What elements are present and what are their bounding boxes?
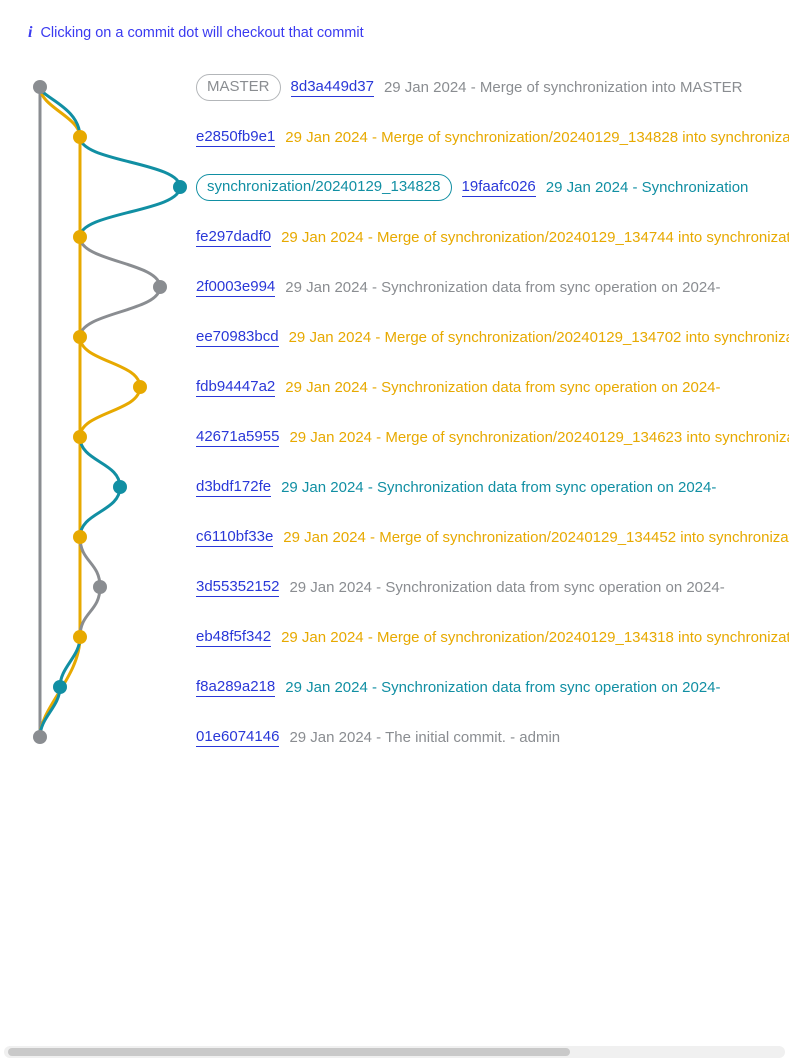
graph-edge: [80, 237, 160, 287]
graph-edge: [80, 287, 160, 337]
commit-message: 29 Jan 2024 - Merge of synchronization/2…: [289, 429, 789, 446]
commit-message: 29 Jan 2024 - Merge of synchronization/2…: [283, 529, 789, 546]
commit-hash-link[interactable]: 2f0003e994: [196, 278, 275, 297]
commit-dot[interactable]: [33, 730, 47, 744]
commit-row: e2850fb9e1 29 Jan 2024 - Merge of synchro…: [196, 112, 789, 162]
graph-edge: [80, 387, 140, 437]
commit-message: 29 Jan 2024 - Synchronization data from …: [285, 379, 720, 396]
commit-graph: MASTER 8d3a449d37 29 Jan 2024 - Merge of s…: [0, 62, 789, 762]
commit-hash-link[interactable]: e2850fb9e1: [196, 128, 275, 147]
commit-row: fdb94447a2 29 Jan 2024 - Synchronization …: [196, 362, 789, 412]
checkout-hint: i Clicking on a commit dot will checkout…: [0, 24, 789, 42]
commit-hash-link[interactable]: 01e6074146: [196, 728, 279, 747]
commit-hash-link[interactable]: eb48f5f342: [196, 628, 271, 647]
commit-dot[interactable]: [73, 530, 87, 544]
graph-edge: [80, 187, 180, 237]
commit-message: 29 Jan 2024 - Synchronization: [546, 179, 749, 196]
commit-dot[interactable]: [153, 280, 167, 294]
commit-hash-link[interactable]: fdb94447a2: [196, 378, 275, 397]
commit-dot[interactable]: [93, 580, 107, 594]
commit-dot[interactable]: [53, 680, 67, 694]
commit-dot[interactable]: [173, 180, 187, 194]
commit-message: 29 Jan 2024 - Synchronization data from …: [285, 679, 720, 696]
graph-edge: [80, 337, 140, 387]
commit-row: 2f0003e994 29 Jan 2024 - Synchronization …: [196, 262, 789, 312]
branch-label[interactable]: synchronization/20240129_134828: [196, 174, 452, 201]
commit-dot[interactable]: [113, 480, 127, 494]
graph-edge: [80, 587, 100, 637]
graph-edge: [80, 137, 180, 187]
commit-row: 01e6074146 29 Jan 2024 - The initial comm…: [196, 712, 789, 762]
commit-dot[interactable]: [73, 630, 87, 644]
commit-dot[interactable]: [73, 230, 87, 244]
commit-message: 29 Jan 2024 - Synchronization data from …: [285, 279, 720, 296]
commit-rows: MASTER 8d3a449d37 29 Jan 2024 - Merge of s…: [196, 62, 789, 762]
commit-dot[interactable]: [73, 330, 87, 344]
commit-dot[interactable]: [33, 80, 47, 94]
commit-row: MASTER 8d3a449d37 29 Jan 2024 - Merge of s…: [196, 62, 789, 112]
branch-label[interactable]: MASTER: [196, 74, 281, 101]
commit-row: ee70983bcd 29 Jan 2024 - Merge of synchro…: [196, 312, 789, 362]
horizontal-scrollbar[interactable]: [4, 1046, 785, 1058]
commit-dot[interactable]: [73, 130, 87, 144]
commit-row: eb48f5f342 29 Jan 2024 - Merge of synchro…: [196, 612, 789, 662]
commit-row: synchronization/20240129_134828 19faafc02…: [196, 162, 789, 212]
commit-dot[interactable]: [133, 380, 147, 394]
graph-edge: [80, 487, 120, 537]
commit-hash-link[interactable]: c6110bf33e: [196, 528, 273, 547]
commit-message: 29 Jan 2024 - Merge of synchronization i…: [384, 79, 743, 96]
commit-message: 29 Jan 2024 - Merge of synchronization/2…: [281, 229, 789, 246]
commit-row: fe297dadf0 29 Jan 2024 - Merge of synchro…: [196, 212, 789, 262]
commit-row: f8a289a218 29 Jan 2024 - Synchronization …: [196, 662, 789, 712]
graph-edge: [80, 537, 100, 587]
scrollbar-thumb[interactable]: [8, 1048, 570, 1056]
commit-message: 29 Jan 2024 - Merge of synchronization/2…: [285, 129, 789, 146]
commit-message: 29 Jan 2024 - Synchronization data from …: [289, 579, 724, 596]
commit-hash-link[interactable]: d3bdf172fe: [196, 478, 271, 497]
graph-edge: [60, 637, 80, 687]
commit-row: c6110bf33e 29 Jan 2024 - Merge of synchro…: [196, 512, 789, 562]
commit-message: 29 Jan 2024 - Synchronization data from …: [281, 479, 716, 496]
commit-row: d3bdf172fe 29 Jan 2024 - Synchronization …: [196, 462, 789, 512]
graph-svg: [26, 62, 186, 782]
commit-row: 42671a5955 29 Jan 2024 - Merge of synchro…: [196, 412, 789, 462]
commit-hash-link[interactable]: 42671a5955: [196, 428, 279, 447]
commit-hash-link[interactable]: fe297dadf0: [196, 228, 271, 247]
hint-text: Clicking on a commit dot will checkout t…: [40, 25, 363, 41]
commit-message: 29 Jan 2024 - Merge of synchronization/2…: [289, 329, 789, 346]
commit-row: 3d55352152 29 Jan 2024 - Synchronization …: [196, 562, 789, 612]
commit-message: 29 Jan 2024 - The initial commit. - admi…: [289, 729, 560, 746]
commit-hash-link[interactable]: 19faafc026: [462, 178, 536, 197]
commit-hash-link[interactable]: 3d55352152: [196, 578, 279, 597]
commit-hash-link[interactable]: f8a289a218: [196, 678, 275, 697]
commit-hash-link[interactable]: 8d3a449d37: [291, 78, 374, 97]
commit-dot[interactable]: [73, 430, 87, 444]
graph-edge: [80, 437, 120, 487]
info-icon: i: [28, 24, 32, 42]
commit-message: 29 Jan 2024 - Merge of synchronization/2…: [281, 629, 789, 646]
commit-hash-link[interactable]: ee70983bcd: [196, 328, 279, 347]
